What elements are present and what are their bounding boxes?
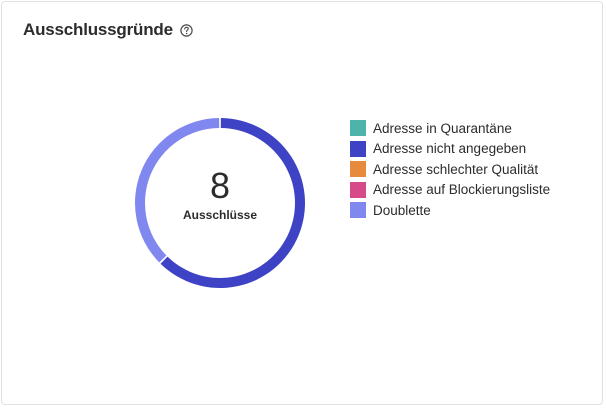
legend-swatch [350,202,366,219]
legend-item[interactable]: Adresse schlechter Qualität [350,159,550,180]
help-icon[interactable] [180,23,193,37]
legend-label: Adresse auf Blockierungsliste [373,182,551,198]
card-title: Ausschlussgründe [23,20,173,39]
legend-item[interactable]: Adresse in Quarantäne [350,118,550,139]
legend-label: Adresse in Quarantäne [373,120,512,136]
legend-swatch [350,140,366,157]
legend-swatch [350,181,366,198]
card-header: Ausschlussgründe [23,20,193,40]
total-exclusions-value: 8 [209,165,231,206]
legend-item[interactable]: Adresse auf Blockierungsliste [350,180,550,201]
legend-item[interactable]: Adresse nicht angegeben [350,139,550,160]
exclusion-reasons-card: Ausschlussgründe 8 Ausschlüsse Adresse i… [1,1,603,405]
legend-swatch [350,161,366,178]
legend-label: Doublette [373,202,431,218]
legend-label: Adresse schlechter Qualität [373,161,539,177]
chart-legend: Adresse in Quarantäne Adresse nicht angeg… [350,118,550,221]
legend-label: Adresse nicht angegeben [373,141,527,157]
legend-item[interactable]: Doublette [350,200,550,221]
total-exclusions-label: Ausschlüsse [182,208,258,222]
legend-swatch [350,120,366,137]
